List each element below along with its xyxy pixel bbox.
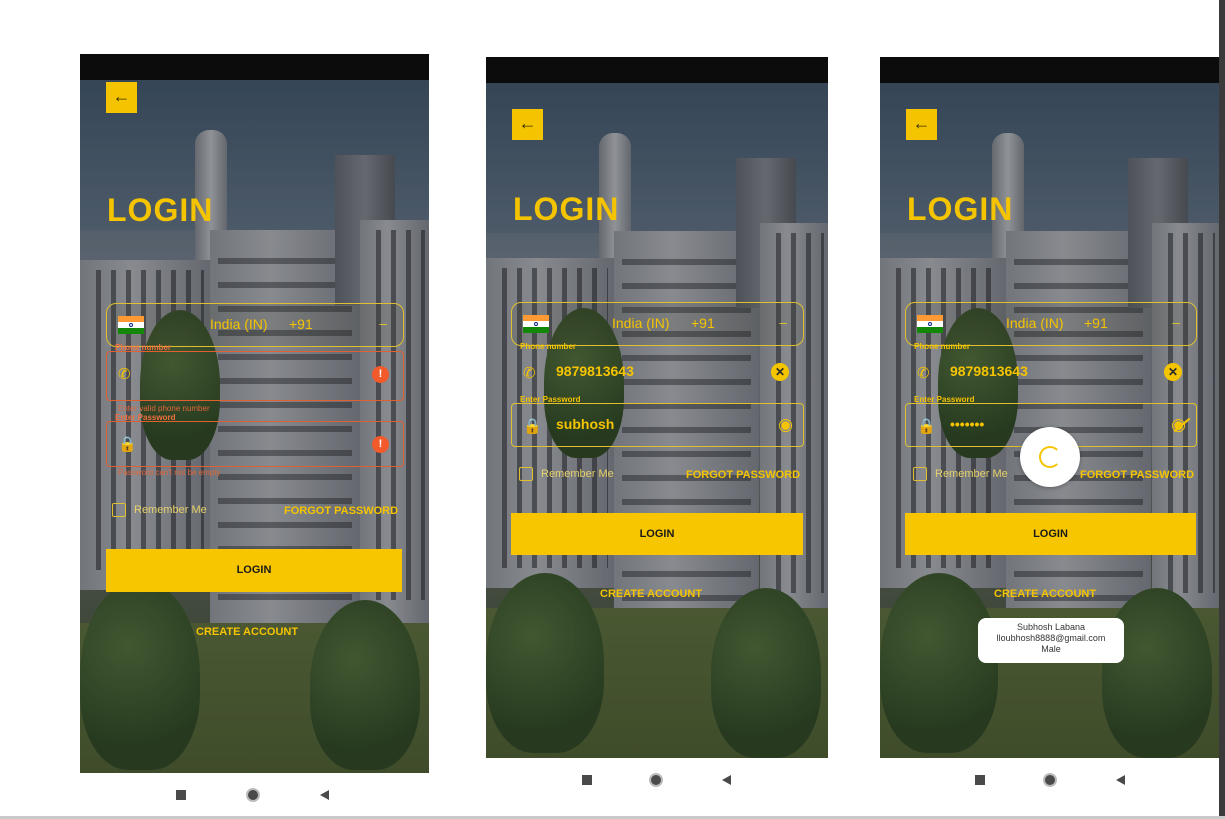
country-selector[interactable]: India (IN) +91 – [905,302,1197,346]
nav-bar-2 [486,758,828,801]
dropdown-icon: – [1172,314,1180,330]
error-icon: ! [372,436,389,453]
page-title: LOGIN [107,192,214,228]
phone-icon: ✆ [118,366,131,383]
page-title: LOGIN [907,191,1014,227]
phone-icon: ✆ [523,365,536,382]
remember-me-label: Remember Me [541,468,614,480]
password-field-label: Enter Password [520,395,581,404]
forgot-password-link[interactable]: FORGOT PASSWORD [686,469,800,481]
country-selector[interactable]: India (IN) +91 – [106,303,404,347]
eye-icon[interactable]: ◉ [778,415,793,435]
password-field[interactable]: Enter Password 🔒 subhosh ◉ [511,395,804,447]
dropdown-icon: – [779,314,787,330]
phone-field[interactable]: Phone number ✆ 9879813643 ✕ [905,342,1197,395]
eye-off-icon[interactable]: ◉ [1171,415,1186,435]
phone-icon: ✆ [917,365,930,382]
india-flag-icon [523,315,549,333]
country-code: +91 [289,316,313,332]
forgot-password-link[interactable]: FORGOT PASSWORD [284,505,398,517]
back-nav-button[interactable] [722,775,731,785]
error-icon: ! [372,366,389,383]
clear-icon[interactable]: ✕ [771,363,789,381]
phone-field-label: Phone number [115,343,172,352]
phone-error-text: Enter valid phone number [118,404,210,413]
status-bar [486,57,828,83]
user-info-toast: Subhosh Labana lloubhosh8888@gmail.com M… [978,618,1124,663]
lock-icon: 🔒 [523,418,542,435]
back-button[interactable]: ← [106,82,137,113]
phone-screen-3: ← LOGIN India (IN) +91 – Phone number ✆ … [880,57,1219,758]
window-edge [1219,0,1225,819]
country-selector[interactable]: India (IN) +91 – [511,302,804,346]
toast-name: Subhosh Labana [1016,622,1086,632]
remember-me-checkbox[interactable] [519,467,533,481]
phone-input[interactable]: 9879813643 [950,363,1028,379]
loading-spinner [1020,427,1080,487]
recent-apps-button[interactable] [582,775,592,785]
home-button[interactable] [649,773,663,787]
recent-apps-button[interactable] [176,790,186,800]
back-button[interactable]: ← [906,109,937,140]
phone-screen-1: ← LOGIN India (IN) +91 – Phone number ✆ … [80,54,429,773]
back-button[interactable]: ← [512,109,543,140]
india-flag-icon [118,316,144,334]
remember-me-label: Remember Me [935,468,1008,480]
toast-email: lloubhosh8888@gmail.com [996,633,1106,643]
back-nav-button[interactable] [1116,775,1125,785]
country-code: +91 [691,315,715,331]
country-code: +91 [1084,315,1108,331]
nav-bar-3 [880,758,1219,801]
recent-apps-button[interactable] [975,775,985,785]
lock-icon: 🔒 [917,418,936,435]
login-button[interactable]: LOGIN [511,513,803,555]
toast-gender: Male [1041,644,1061,654]
remember-me-label: Remember Me [134,504,207,516]
create-account-link[interactable]: CREATE ACCOUNT [994,588,1096,600]
password-input[interactable]: ••••••• [950,416,984,432]
login-button[interactable]: LOGIN [905,513,1196,555]
phone-input[interactable]: 9879813643 [556,363,634,379]
arrow-left-icon: ← [912,113,931,133]
arrow-left-icon: ← [112,86,131,106]
password-error-text: Password can't not be empty [118,468,221,477]
remember-me-checkbox[interactable] [913,467,927,481]
nav-bar-1 [80,773,429,816]
password-field-label: Enter Password [914,395,975,404]
dropdown-icon: – [379,315,387,331]
remember-me-checkbox[interactable] [112,503,126,517]
country-name: India (IN) [1006,315,1064,331]
status-bar [880,57,1219,83]
phone-field[interactable]: Phone number ✆ 9879813643 ✕ [511,342,804,395]
password-field[interactable]: Enter Password 🔒 ! [106,413,404,467]
forgot-password-link[interactable]: FORGOT PASSWORD [1080,469,1194,481]
lock-icon: 🔒 [118,436,137,453]
password-input[interactable]: subhosh [556,416,614,432]
create-account-link[interactable]: CREATE ACCOUNT [196,626,298,638]
clear-icon[interactable]: ✕ [1164,363,1182,381]
phone-field[interactable]: Phone number ✆ ! [106,343,404,401]
india-flag-icon [917,315,943,333]
country-name: India (IN) [612,315,670,331]
phone-field-label: Phone number [520,342,577,351]
arrow-left-icon: ← [518,113,537,133]
page-title: LOGIN [513,191,620,227]
home-button[interactable] [246,788,260,802]
create-account-link[interactable]: CREATE ACCOUNT [600,588,702,600]
back-nav-button[interactable] [320,790,329,800]
login-button[interactable]: LOGIN [106,549,402,592]
home-button[interactable] [1043,773,1057,787]
phone-screen-2: ← LOGIN India (IN) +91 – Phone number ✆ … [486,57,828,758]
status-bar [80,54,429,80]
phone-field-label: Phone number [914,342,971,351]
password-field-label: Enter Password [115,413,176,422]
country-name: India (IN) [210,316,268,332]
